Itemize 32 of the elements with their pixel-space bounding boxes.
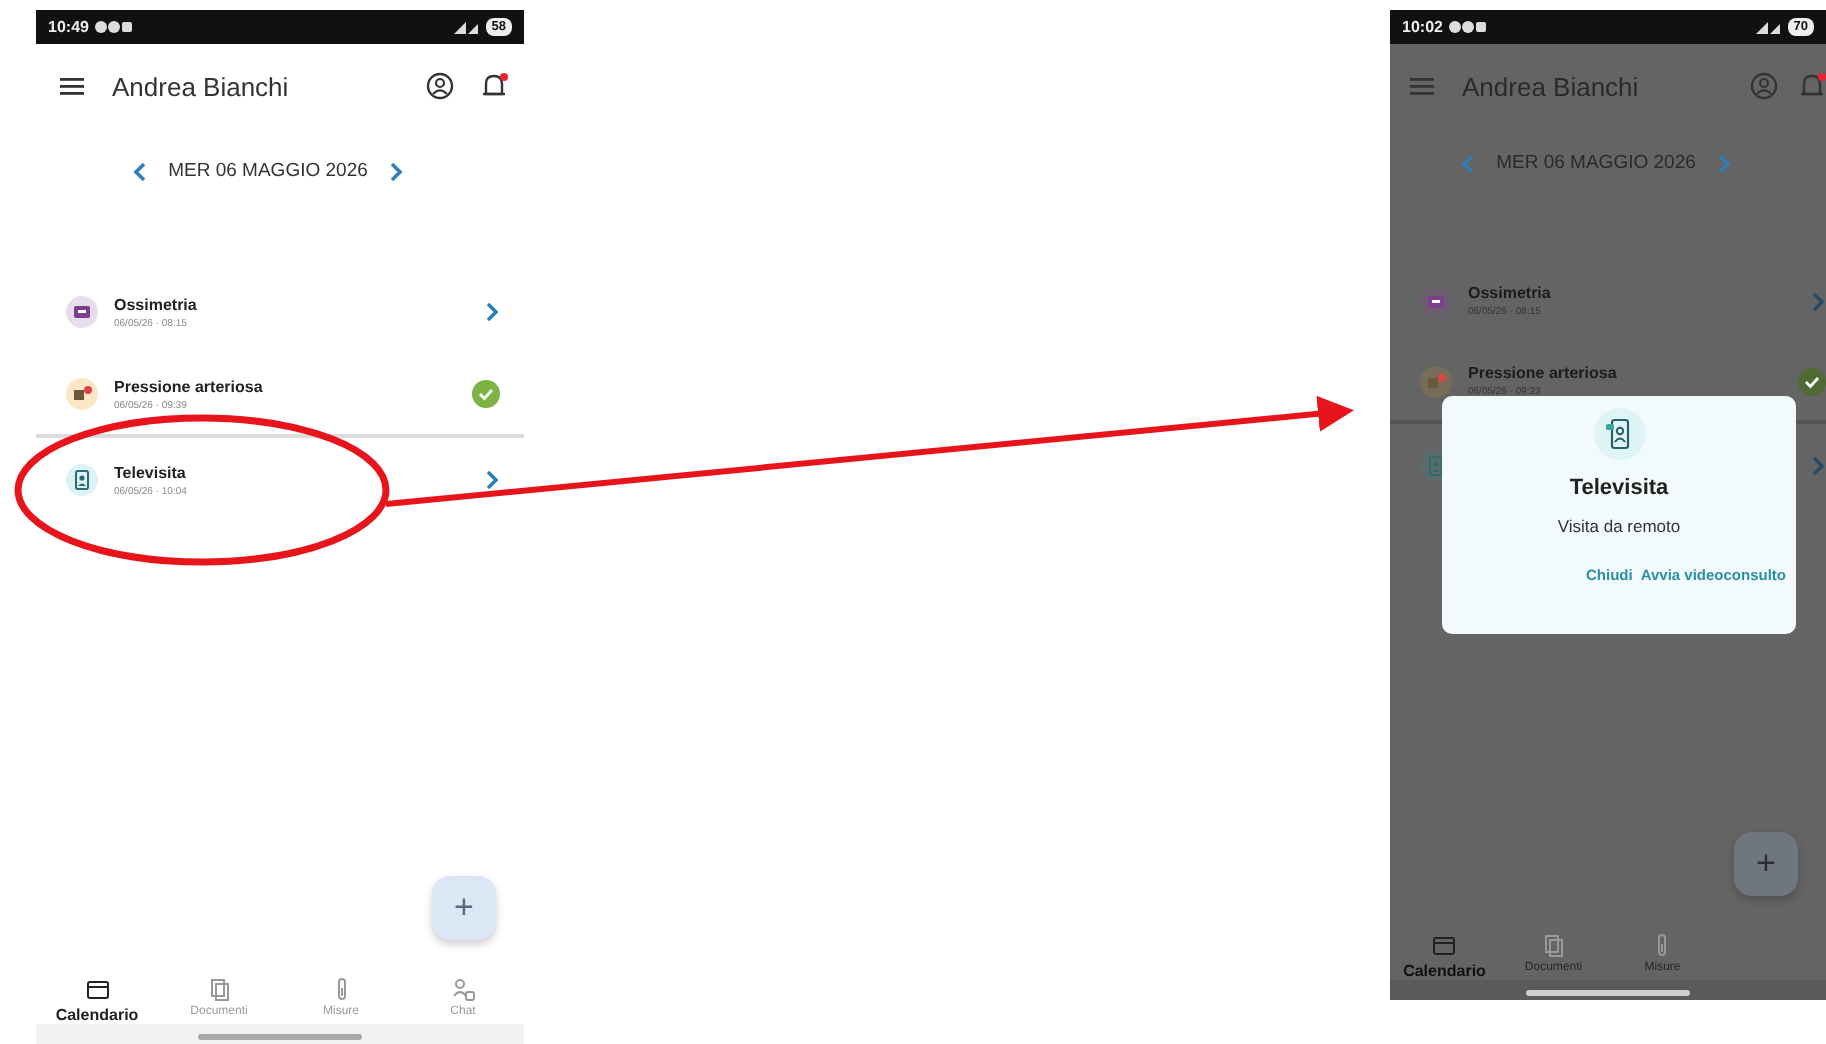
event-title: Ossimetria	[1468, 284, 1553, 302]
event-title: Pressione arteriosa	[1468, 364, 1619, 382]
next-day-icon[interactable]	[387, 161, 404, 181]
status-time: 10:49	[48, 18, 89, 36]
notification-bell-icon[interactable]	[480, 72, 508, 100]
event-title: Televisita	[114, 463, 188, 481]
date-label: MER 06 MAGGIO 2026	[1496, 152, 1696, 174]
televisit-icon	[1593, 408, 1645, 460]
signal-icon	[451, 20, 480, 34]
documents-icon	[1539, 932, 1568, 960]
dialog-title: Televisita	[1569, 476, 1669, 500]
documents-icon	[205, 976, 233, 1004]
status-time: 10:02	[1402, 18, 1443, 36]
dialog-message: Visita da remoto	[1557, 516, 1681, 536]
user-name: Andrea Bianchi	[112, 71, 291, 101]
nav-tab[interactable]: Calendario	[1390, 932, 1499, 980]
add-button[interactable]: +	[1734, 832, 1798, 896]
notification-icons-icon	[1448, 20, 1489, 34]
calendar-icon	[83, 976, 111, 1004]
nav-tab[interactable]: Calendario	[36, 976, 158, 1024]
signal-icon	[1753, 20, 1782, 34]
user-name: Andrea Bianchi	[1462, 71, 1641, 101]
date-label: MER 06 MAGGIO 2026	[168, 160, 368, 182]
event-title: Pressione arteriosa	[114, 377, 265, 395]
previous-day-icon[interactable]	[132, 161, 149, 181]
account-icon[interactable]	[426, 72, 454, 100]
calendar-icon	[1430, 932, 1459, 960]
event-title: Ossimetria	[114, 295, 199, 313]
chat-icon	[449, 976, 477, 1004]
add-button[interactable]: +	[432, 876, 496, 940]
menu-icon[interactable]	[60, 76, 84, 96]
notification-icons-icon	[94, 20, 135, 34]
